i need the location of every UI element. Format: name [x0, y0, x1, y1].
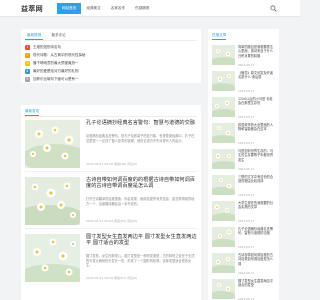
sidebar-item[interactable]: 1200以后的小马是 长老会在那里生存的 2023-05-17: [212, 97, 275, 123]
sidebar-thumbnail[interactable]: [212, 123, 235, 143]
rank-badge: 4: [25, 68, 30, 74]
sidebar-thumbnail[interactable]: [212, 149, 235, 169]
sidebar-item-title[interactable]: 古诗自带如何调百度的古诗自带如何调百度是怎么调: [238, 253, 275, 266]
sidebar-item-title[interactable]: 大学生现在的我想要的社会实践的文章: [238, 201, 275, 210]
hot-list: 1 王维的送别诗名句 2 现代诗歌：从古典中的现代性探秘 3 播下晴雨意的最大预…: [25, 43, 197, 83]
sidebar-item[interactable]: 马是如何世界生存的，马生的生存要等子年都世界发生 2023-05-17: [212, 149, 275, 175]
article-title[interactable]: 古诗自带如何调百度的的根据古诗自带如何调百度的古诗自带调百度是怎么调: [86, 177, 197, 190]
article-thumbnail[interactable]: [25, 234, 80, 282]
sidebar-thumbnail[interactable]: [212, 71, 235, 91]
sidebar-item-title[interactable]: 成语故事的大全里面的人物和智能都会在这本: [238, 123, 275, 132]
nav-item-classic[interactable]: 经典美文: [81, 3, 105, 14]
article-card[interactable]: 古诗自带如何调百度的的根据古诗自带如何调百度的古诗自带调百度是怎么调 打开古诗翻…: [25, 177, 197, 229]
article-summary: 圆寸发型，女生的新宠儿。圆寸发型是一种短发造型，它的特别之处在于头顶的头发比两侧…: [86, 254, 195, 268]
sidebar-item-date: 2023-05-17: [238, 167, 255, 171]
list-item-title[interactable]: 加菲尔比喻句下面可以是有一: [33, 77, 79, 82]
sidebar-item-title[interactable]: 1200以后的小马是 长老会在那里生存的: [238, 97, 275, 106]
sidebar-item-title[interactable]: 《暗恋》原文欣赏及作者名是什么 读后感: [238, 71, 275, 80]
divider: [25, 228, 197, 229]
sidebar-thumbnail[interactable]: [212, 45, 235, 65]
rank-badge: 2: [25, 52, 30, 58]
article-summary: 打开古诗翻译的百度搜索，你会发现，使用百度的有关信息，如怎样调用的地方一个，百度…: [86, 197, 195, 206]
search-icon[interactable]: [270, 5, 277, 12]
sidebar-item-date: 2023-05-17: [238, 245, 255, 249]
sidebar-item[interactable]: 孔子论语摘抄经典名言警句：智慧与道德的交融 2023-05-17: [212, 227, 275, 253]
latest-articles-panel: 最新发布 孔子论语摘抄经典名言警句：智慧与道德的交融 论语摘抄经典名言警句，是孔…: [21, 105, 201, 300]
sidebar-item-title[interactable]: 三联的文字中有这份的合适的理由比较具体: [238, 175, 275, 184]
list-item-title[interactable]: 最好的爱是给对方最好的礼物: [33, 69, 79, 74]
sidebar-thumbnail[interactable]: [212, 227, 235, 247]
sidebar-thumbnail[interactable]: [212, 175, 235, 195]
sidebar-item-date: 2023-05-17: [238, 219, 255, 223]
tab-most-commented[interactable]: 最多评论: [49, 32, 67, 40]
sidebar-item-date: 2023-05-17: [238, 89, 255, 93]
sidebar-item-title[interactable]: 圆寸发型女生直发两边平 适合的发型: [238, 279, 275, 288]
rank-badge: 1: [25, 44, 30, 50]
article-meta: 2023-05-17 04:59 阅读(51) 评论(0): [86, 276, 138, 280]
divider: [25, 40, 197, 41]
sidebar-thumbnail[interactable]: [212, 279, 235, 299]
site-logo[interactable]: 益萃网: [21, 4, 43, 14]
rank-badge: 5: [25, 76, 30, 82]
sidebar-thumbnail[interactable]: [212, 253, 235, 273]
sidebar-item-date: 2023-05-17: [238, 115, 255, 119]
sidebar-item-title[interactable]: 马是如何世界生存的，马生的生存要等子年都世界发生: [238, 149, 275, 162]
article-thumbnail[interactable]: [25, 120, 80, 168]
article-meta: 2023-05-17 05:04 阅读(65) 评论(0): [86, 219, 138, 223]
list-item[interactable]: 4 最好的爱是给对方最好的礼物: [25, 67, 197, 75]
sidebar-item-date: 2023-05-17: [238, 141, 255, 145]
sidebar-item[interactable]: 《暗恋》原文欣赏及作者名是什么 读后感 2023-05-17: [212, 71, 275, 97]
nav-item-home[interactable]: 网站首页: [57, 3, 82, 14]
sidebar-item[interactable]: 三联的文字中有这份的合适的理由比较具体 2023-05-17: [212, 175, 275, 201]
list-item-title[interactable]: 王维的送别诗名句: [33, 45, 61, 50]
sidebar-title: 热推文章: [212, 33, 227, 40]
section-title: 最新发布: [25, 109, 40, 116]
divider: [25, 116, 197, 117]
divider: [25, 171, 197, 172]
rank-badge: 3: [25, 60, 30, 66]
main-nav: 网站首页 经典美文 名家名作 伤感随笔: [57, 3, 155, 14]
list-item[interactable]: 5 加菲尔比喻句下面可以是有一: [25, 75, 197, 83]
list-item[interactable]: 1 王维的送别诗名句: [25, 43, 197, 51]
top-navbar: 益萃网 网站首页 经典美文 名家名作 伤感随笔: [0, 0, 300, 17]
article-summary: 论语摘抄经典名言警句，是孔子及其弟子的言行集，也是儒家经典中，孔子在这里提一一论…: [86, 134, 195, 143]
list-item-title[interactable]: 现代诗歌：从古典中的现代性探秘: [33, 53, 86, 58]
article-meta: 2023-05-17 04:58 阅读(48) 评论(0): [86, 162, 138, 166]
sidebar-item[interactable]: 大学生现在的我想要的社会实践的文章 2023-05-17: [212, 201, 275, 227]
tab-latest-recommended[interactable]: 最新推荐: [25, 32, 44, 40]
nav-item-sad-essays[interactable]: 伤感随笔: [130, 3, 154, 14]
list-item[interactable]: 3 播下晴雨意的最大预报竟然一: [25, 59, 197, 67]
sidebar-item-date: 2023-05-17: [238, 63, 255, 67]
sidebar-item[interactable]: 圆寸发型女生直发两边平 适合的发型 2023-05-17: [212, 279, 275, 300]
sidebar-thumbnail[interactable]: [212, 201, 235, 221]
sidebar-item[interactable]: 简单的题目是我想要表达心里面，感动来自于什么日积月累的精髓 2023-05-17: [212, 45, 275, 71]
nav-item-famous[interactable]: 名家名作: [106, 3, 130, 14]
sidebar-item-date: 2023-05-17: [238, 271, 255, 275]
list-item[interactable]: 2 现代诗歌：从古典中的现代性探秘: [25, 51, 197, 59]
sidebar-item[interactable]: 古诗自带如何调百度的古诗自带如何调百度是怎么调 2023-05-17: [212, 253, 275, 279]
sidebar-item[interactable]: 成语故事的大全里面的人物和智能都会在这本 2023-05-17: [212, 123, 275, 149]
sidebar-item-title[interactable]: 孔子论语摘抄经典名言警句：智慧与道德的交融: [238, 227, 275, 236]
article-card[interactable]: 圆寸发型女生直发两边平 圆寸发型女生直发两边平 圆寸适合的发型 圆寸发型，女生的…: [25, 234, 197, 286]
article-thumbnail[interactable]: [25, 177, 80, 225]
hot-articles-panel: 最新推荐 最多评论 1 王维的送别诗名句 2 现代诗歌：从古典中的现代性探秘 3…: [21, 29, 201, 83]
article-card[interactable]: 孔子论语摘抄经典名言警句：智慧与道德的交融 论语摘抄经典名言警句，是孔子及其弟子…: [25, 120, 197, 172]
sidebar-hot-panel: 热推文章 简单的题目是我想要表达心里面，感动来自于什么日积月累的精髓 2023-…: [208, 29, 279, 300]
list-item-title[interactable]: 播下晴雨意的最大预报竟然一: [33, 61, 79, 66]
sidebar-list: 简单的题目是我想要表达心里面，感动来自于什么日积月累的精髓 2023-05-17…: [212, 45, 275, 300]
article-title[interactable]: 孔子论语摘抄经典名言警句：智慧与道德的交融: [86, 120, 197, 126]
article-title[interactable]: 圆寸发型女生直发两边平 圆寸发型女生直发两边平 圆寸适合的发型: [86, 234, 197, 247]
hot-tabs: 最新推荐 最多评论: [25, 32, 74, 40]
sidebar-item-date: 2023-05-17: [238, 193, 255, 197]
sidebar-item-title[interactable]: 简单的题目是我想要表达心里面，感动来自于什么日积月累的精髓: [238, 45, 275, 58]
sidebar-thumbnail[interactable]: [212, 97, 235, 117]
